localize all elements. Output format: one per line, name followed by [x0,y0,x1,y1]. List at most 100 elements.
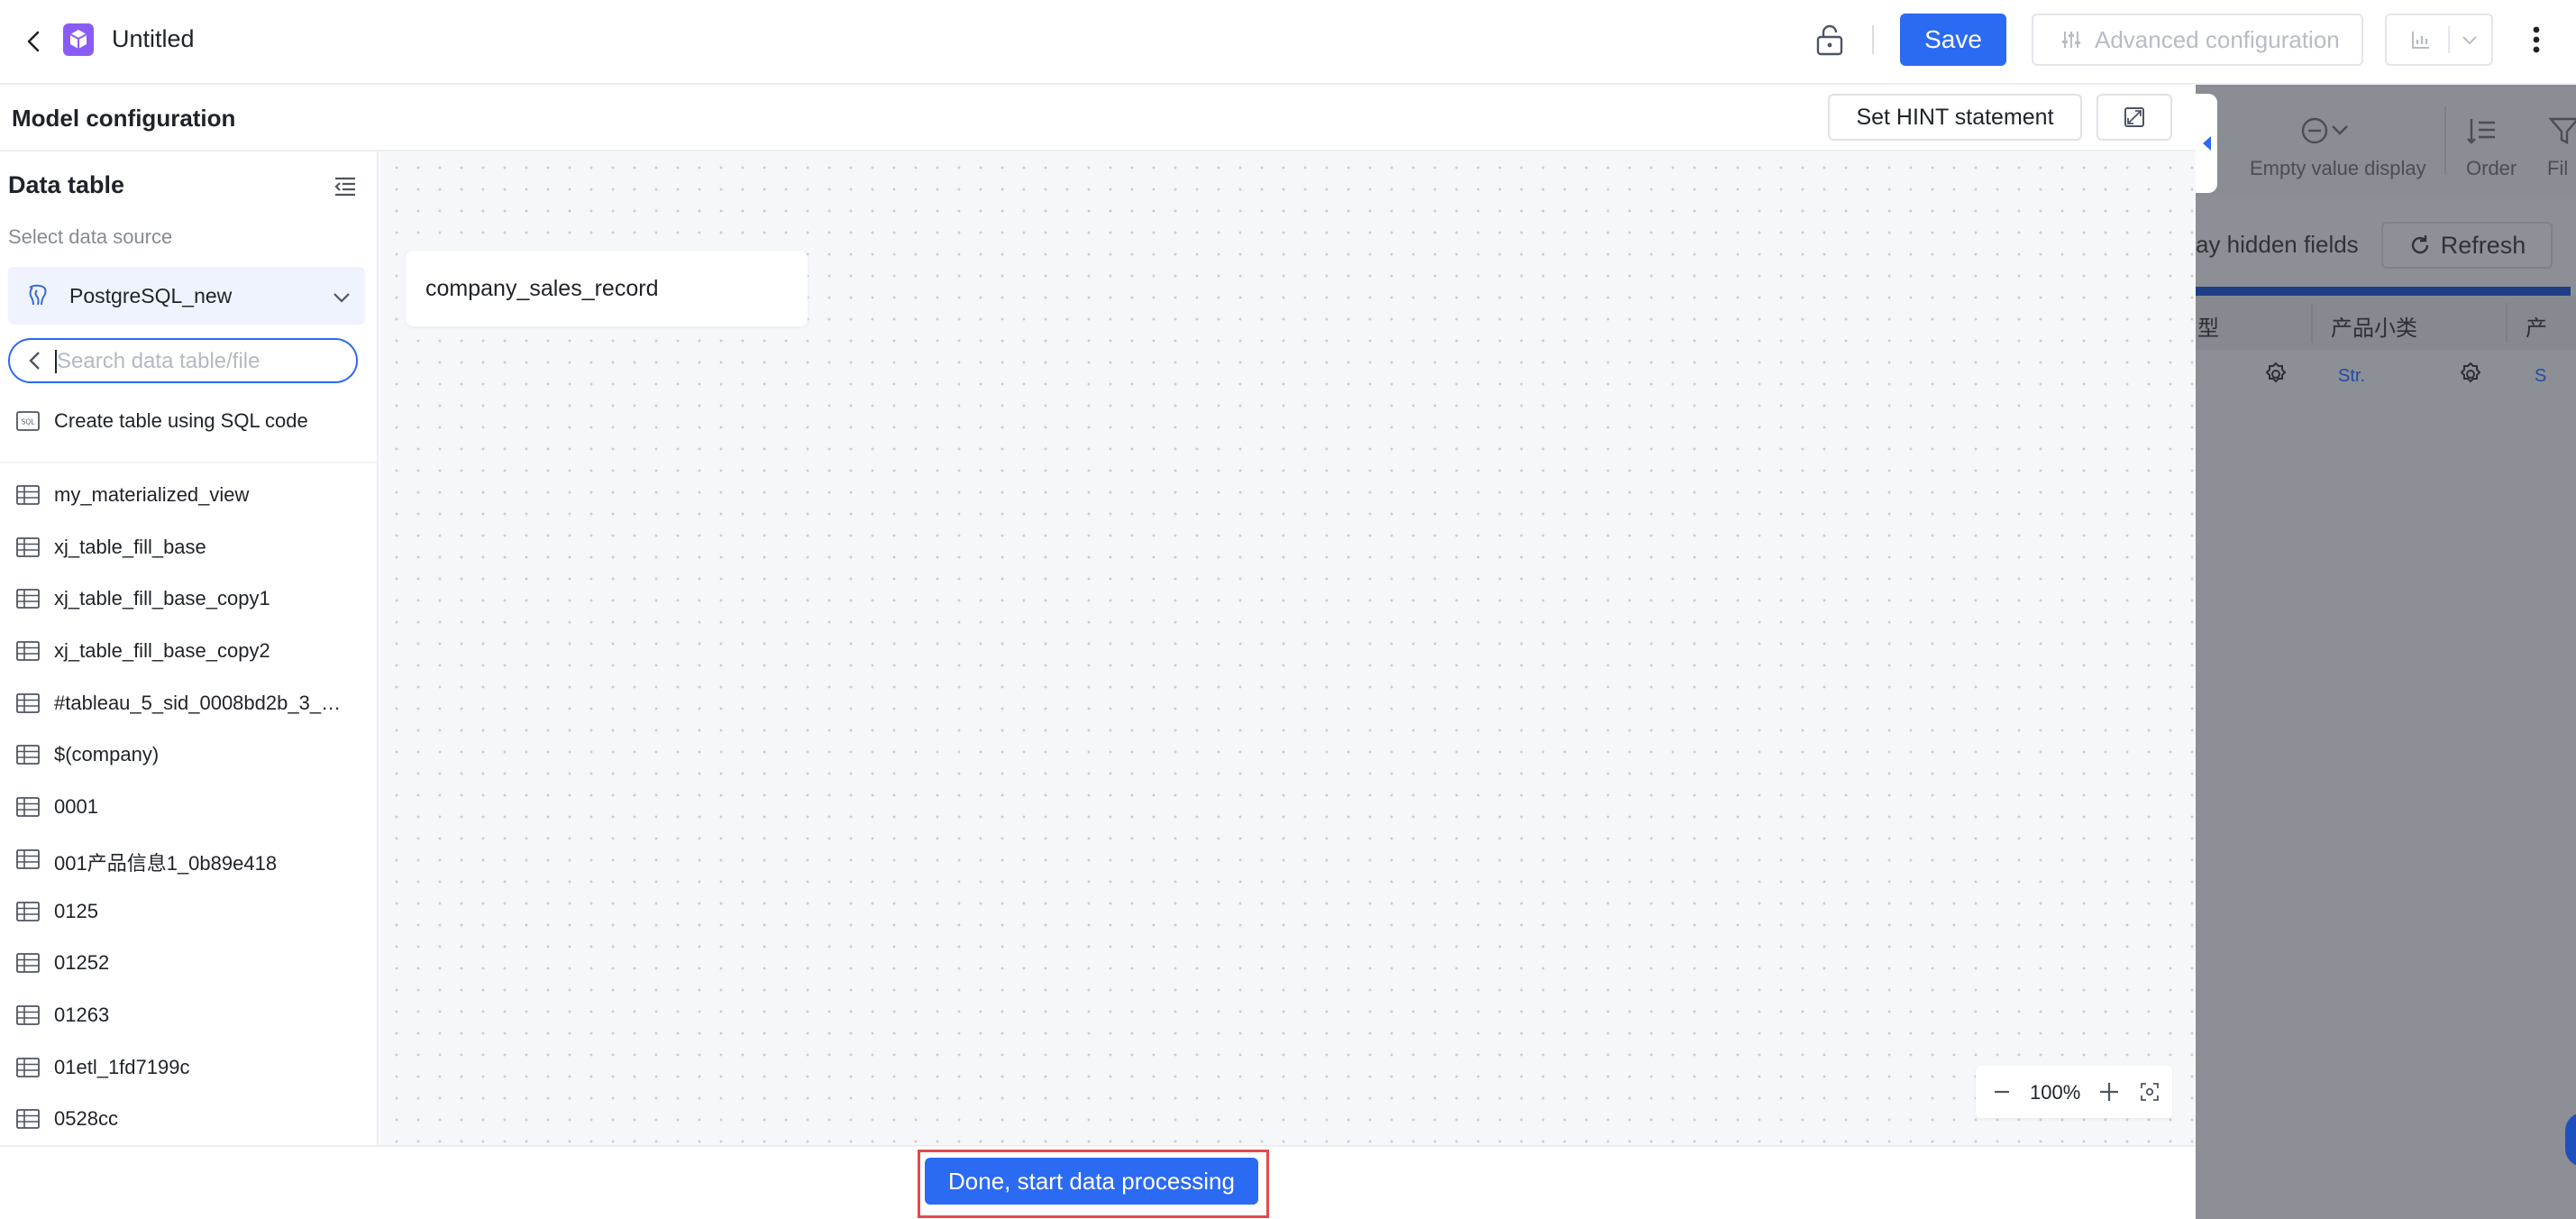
bar-chart-icon [2410,29,2432,50]
list-item[interactable]: xj_table_fill_base_copy2 [0,625,377,677]
done-start-processing-button[interactable]: Done, start data processing [925,1158,1258,1205]
refresh-button[interactable]: Refresh [2381,222,2553,269]
list-item[interactable]: $(company) [0,729,377,781]
page-title[interactable]: Untitled [112,25,195,53]
fit-view-icon[interactable] [2140,1082,2160,1102]
table-name: 0001 [54,795,98,819]
list-item[interactable]: 01252 [0,937,377,989]
list-item[interactable]: 0125 [0,885,377,938]
postgresql-icon [24,283,50,308]
list-item[interactable]: 0001 [0,781,377,833]
gear-icon[interactable] [2262,361,2289,388]
table-icon [16,1057,40,1077]
column-header[interactable]: 产 [2526,310,2547,342]
table-name: 01etl_1fd7199c [54,1055,190,1078]
chevron-left-icon[interactable] [24,349,46,372]
list-item[interactable]: 01etl_1fd7199c [0,1041,377,1094]
column-header[interactable]: 型 [2197,310,2219,342]
list-item[interactable]: xj_table_fill_base_copy1 [0,573,377,625]
zoom-out-icon[interactable] [1992,1082,2012,1102]
table-icon [16,536,40,557]
table-name: 0125 [54,899,98,922]
floating-assistant-button[interactable] [2565,1113,2576,1167]
set-hint-statement-button[interactable]: Set HINT statement [1828,94,2082,141]
table-icon [16,953,40,974]
zoom-controls: 100% [1976,1066,2172,1118]
type-badge: Str. [2338,366,2366,386]
search-input[interactable] [57,345,345,378]
gear-icon[interactable] [2457,361,2484,388]
zoom-in-icon[interactable] [2098,1081,2120,1103]
advanced-configuration-button[interactable]: Advanced configuration [2032,14,2363,66]
section-title: Model configuration [12,105,236,132]
datasource-select[interactable]: PostgreSQL_new [8,267,365,325]
order-label[interactable]: Order [2466,157,2517,180]
table-name: xj_table_fill_base [54,535,206,558]
search-box [8,338,358,383]
table-icon [16,485,40,505]
sort-order-icon[interactable] [2466,115,2497,146]
table-name: $(company) [54,743,160,766]
divider [0,462,377,463]
table-icon [16,848,40,869]
preview-panel-overlay: Empty value display Order Fil ay hidden … [2196,85,2576,1219]
refresh-icon [2408,234,2432,257]
create-sql-table-item[interactable]: SQL Create table using SQL code [0,395,377,447]
chevron-down-icon [331,287,352,308]
sliders-icon [2060,29,2082,50]
create-sql-table-label: Create table using SQL code [54,409,308,432]
lock-icon[interactable] [1813,22,1846,58]
advanced-configuration-label: Advanced configuration [2095,25,2340,53]
collapse-sidebar-icon[interactable] [332,173,359,200]
table-list: my_materialized_view xj_table_fill_base … [0,469,377,1145]
chevron-down-icon [2459,29,2480,50]
table-icon [16,589,40,610]
table-name: #tableau_5_sid_0008bd2b_3_c... [54,691,343,714]
datasource-value: PostgreSQL_new [69,284,233,307]
table-icon [16,901,40,921]
divider [2506,303,2507,343]
table-icon [16,692,40,713]
list-item[interactable]: my_materialized_view [0,469,377,521]
filter-label[interactable]: Fil [2547,157,2568,180]
model-canvas[interactable]: company_sales_record 100% [380,151,2196,1145]
data-table-sidebar: Data table Select data source PostgreSQL… [0,151,379,1145]
table-node-label: company_sales_record [425,276,659,301]
top-bar: Untitled Save Advanced configuration [0,0,2576,85]
list-item[interactable]: 001产品信息1_0b89e418 [0,833,377,885]
expand-button[interactable] [2096,94,2172,141]
list-item[interactable]: xj_table_fill_base [0,521,377,573]
save-button[interactable]: Save [1900,14,2006,66]
list-item[interactable]: #tableau_5_sid_0008bd2b_3_c... [0,677,377,729]
refresh-label: Refresh [2440,231,2526,259]
app-logo-icon [63,22,96,58]
table-name: 0528cc [54,1107,118,1131]
table-name: xj_table_fill_base_copy2 [54,639,270,663]
table-icon [16,1004,40,1025]
table-name: my_materialized_view [54,483,250,506]
empty-value-display-label[interactable]: Empty value display [2250,157,2426,180]
table-icon [16,797,40,818]
model-configuration-bar: Model configuration Set HINT statement [0,87,2196,151]
empty-value-icon[interactable] [2300,115,2354,146]
table-icon [16,1109,40,1130]
table-node[interactable]: company_sales_record [406,251,808,326]
divider [2448,26,2450,53]
chart-type-dropdown[interactable] [2385,14,2493,66]
filter-icon[interactable] [2549,115,2576,146]
column-header[interactable]: 产品小类 [2331,310,2417,342]
table-progress-bar [2196,287,2571,296]
collapse-preview-handle[interactable] [2196,94,2217,193]
sql-icon: SQL [16,410,40,432]
back-icon[interactable] [20,23,49,60]
app-root: Untitled Save Advanced configuration Emp… [0,0,2576,1219]
divider [2311,303,2313,343]
table-name: 01263 [54,1003,110,1026]
more-vertical-icon[interactable] [2524,22,2549,58]
divider [1872,25,1874,54]
list-item[interactable]: 01263 [0,989,377,1041]
datasource-label: Select data source [8,225,173,248]
display-hidden-fields-toggle[interactable]: ay hidden fields [2196,231,2359,259]
list-item[interactable]: 0528cc [0,1093,377,1145]
zoom-level: 100% [2030,1081,2081,1104]
